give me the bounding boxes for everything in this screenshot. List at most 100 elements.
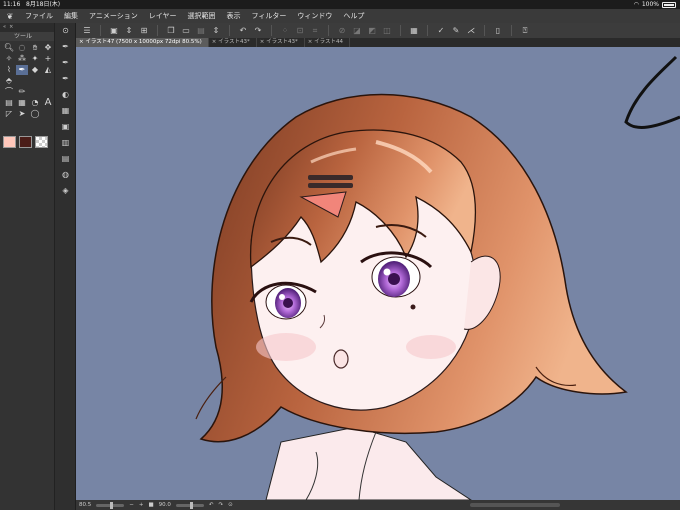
tool-grid: 🔍︎ ◌ ✋︎ ✥ ✧ ⁂ ✦ + ⌇ ✒ ◆ ◭ ⬘ ⌒ ✏ ▤ ▦ ◔ A … bbox=[0, 41, 54, 121]
panel-close-icon[interactable]: × bbox=[9, 23, 13, 32]
redo-icon[interactable]: ↷ bbox=[253, 26, 263, 35]
frame-tool-icon[interactable]: ▦ bbox=[16, 98, 28, 108]
move-tool-icon[interactable]: ✥ bbox=[42, 43, 54, 53]
menu-window[interactable]: ウィンドウ bbox=[292, 11, 338, 21]
doc-tab-active[interactable]: × イラスト47 (7500 x 10000px 72dpi 80.5%) bbox=[76, 38, 209, 47]
drawing-canvas[interactable] bbox=[76, 47, 680, 500]
sub-tool-icon[interactable]: ✒ bbox=[55, 39, 76, 55]
status-time: 11:16 bbox=[3, 1, 21, 8]
doc-tab[interactable]: × イラスト44 bbox=[305, 38, 351, 47]
menu-edit[interactable]: 編集 bbox=[59, 11, 84, 21]
blank-slot bbox=[42, 87, 54, 97]
fill-bucket-tool-icon[interactable]: ◭ bbox=[42, 65, 54, 75]
layer-property-icon[interactable]: ▣ bbox=[55, 119, 76, 135]
clear-icon[interactable]: ⊘ bbox=[337, 26, 347, 35]
fit-icon[interactable]: ■ bbox=[148, 500, 153, 510]
hand-tool-icon[interactable]: ✋︎ bbox=[29, 43, 41, 53]
quick-access-icon[interactable]: ⊞ bbox=[139, 26, 149, 35]
text-tool-icon[interactable]: A bbox=[42, 98, 54, 108]
separator bbox=[484, 25, 485, 36]
undo-icon[interactable]: ↶ bbox=[238, 26, 248, 35]
navigator-icon[interactable]: ⊙ bbox=[55, 23, 76, 39]
pen-tool-icon[interactable]: ✒ bbox=[16, 65, 28, 75]
select-all-icon[interactable]: ⁘ bbox=[280, 26, 290, 35]
rotate-right-icon[interactable]: ↷ bbox=[219, 500, 224, 510]
save-icon[interactable]: ▤ bbox=[196, 26, 206, 35]
plus-tool-icon[interactable]: + bbox=[42, 54, 54, 64]
lasso-tool-icon[interactable]: ◌ bbox=[16, 43, 28, 53]
menu-file[interactable]: ファイル bbox=[20, 11, 59, 21]
menu-layer[interactable]: レイヤー bbox=[144, 11, 183, 21]
separator bbox=[157, 25, 158, 36]
menu-animation[interactable]: アニメーション bbox=[84, 11, 144, 21]
transform-icon[interactable]: ⌗ bbox=[310, 26, 320, 35]
app-logo-icon[interactable]: ❦ bbox=[0, 12, 20, 21]
hamburger-menu-icon[interactable]: ☰ bbox=[82, 26, 92, 35]
reset-rotation-icon[interactable]: ⊙ bbox=[228, 500, 233, 510]
balloon-tool-icon[interactable]: ◔ bbox=[29, 98, 41, 108]
check-icon[interactable]: ✓ bbox=[436, 26, 446, 35]
zoom-slider[interactable] bbox=[96, 501, 125, 509]
fill-tool-icon[interactable]: ⬘ bbox=[3, 76, 15, 86]
rotate-slider[interactable] bbox=[175, 501, 204, 509]
color-set-icon[interactable]: ▦ bbox=[55, 103, 76, 119]
hair-clip-bar bbox=[308, 175, 353, 180]
sketch-stroke bbox=[624, 55, 680, 129]
brush-check-icon[interactable]: ✎ bbox=[451, 26, 461, 35]
doc-tab[interactable]: × イラスト43* bbox=[257, 38, 305, 47]
layer-stack-icon[interactable]: ◈ bbox=[55, 183, 76, 199]
fill-icon[interactable]: ◩ bbox=[367, 26, 377, 35]
menu-view[interactable]: 表示 bbox=[222, 11, 247, 21]
panel-collapse-icon[interactable]: « bbox=[3, 23, 6, 32]
stepper-icon-2[interactable]: ⇕ bbox=[211, 26, 221, 35]
menu-filter[interactable]: フィルター bbox=[247, 11, 293, 21]
angle-value[interactable]: 90.0 bbox=[159, 500, 171, 510]
zoom-value[interactable]: 80.5 bbox=[79, 500, 91, 510]
pencil-tool-icon[interactable]: ✏ bbox=[16, 87, 28, 97]
clear-selection-icon[interactable]: ⊡ bbox=[295, 26, 305, 35]
ruler-tool-icon[interactable]: ◸ bbox=[3, 109, 15, 119]
horizontal-scrollbar[interactable] bbox=[470, 503, 560, 507]
doc-tab[interactable]: × イラスト43* bbox=[209, 38, 257, 47]
paste-icon[interactable]: ▦ bbox=[409, 26, 419, 35]
operation-tool-icon[interactable]: ➤ bbox=[16, 109, 28, 119]
menu-selection[interactable]: 選択範囲 bbox=[183, 11, 222, 21]
main-color-swatch[interactable] bbox=[3, 136, 16, 148]
clear-outside-icon[interactable]: ◪ bbox=[352, 26, 362, 35]
brush-tool-icon[interactable]: ⌒ bbox=[3, 87, 15, 97]
status-date: 8月18日(木) bbox=[26, 1, 61, 8]
eraser-tool-icon[interactable]: ◆ bbox=[29, 65, 41, 75]
invert-icon[interactable]: ◫ bbox=[382, 26, 392, 35]
open-folder-icon[interactable]: ▭ bbox=[181, 26, 191, 35]
copy-icon[interactable]: ❐ bbox=[166, 26, 176, 35]
separator bbox=[511, 25, 512, 36]
new-canvas-icon[interactable]: ▣ bbox=[109, 26, 119, 35]
menu-help[interactable]: ヘルプ bbox=[338, 11, 370, 21]
auto-select-tool-icon[interactable]: ✧ bbox=[3, 54, 15, 64]
magic-wand-tool-icon[interactable]: ✦ bbox=[29, 54, 41, 64]
snap-icon[interactable]: ⋌ bbox=[466, 26, 476, 35]
object-tool-icon[interactable]: ⁂ bbox=[16, 54, 28, 64]
brush-size-icon[interactable]: ✒ bbox=[55, 71, 76, 87]
tool-panel-header: « × bbox=[0, 23, 54, 32]
layer-icon[interactable]: ▥ bbox=[55, 135, 76, 151]
eyedropper-tool-icon[interactable]: ⌇ bbox=[3, 65, 15, 75]
sub-color-swatch[interactable] bbox=[19, 136, 32, 148]
color-wheel-icon[interactable]: ◐ bbox=[55, 87, 76, 103]
rotate-left-icon[interactable]: ↶ bbox=[209, 500, 214, 510]
history-icon[interactable]: ◍ bbox=[55, 167, 76, 183]
palette-bar: ⊙ ✒ ✒ ✒ ◐ ▦ ▣ ▥ ▤ ◍ ◈ bbox=[55, 23, 76, 510]
tool-property-icon[interactable]: ✒ bbox=[55, 55, 76, 71]
shape-tool-icon[interactable]: ◯ bbox=[29, 109, 41, 119]
zoom-out-icon[interactable]: − bbox=[129, 500, 134, 510]
tab-tools[interactable]: ツール bbox=[0, 32, 54, 41]
device-icon[interactable]: ▯ bbox=[493, 26, 503, 35]
material-icon[interactable]: ▤ bbox=[55, 151, 76, 167]
help-icon[interactable]: ⍰ bbox=[520, 26, 530, 35]
zoom-tool-icon[interactable]: 🔍︎ bbox=[3, 43, 15, 53]
document-tabs: × イラスト47 (7500 x 10000px 72dpi 80.5%) × … bbox=[76, 38, 680, 47]
zoom-in-icon[interactable]: + bbox=[139, 500, 144, 510]
gradient-tool-icon[interactable]: ▤ bbox=[3, 98, 15, 108]
transparent-color-swatch[interactable] bbox=[35, 136, 48, 148]
stepper-icon[interactable]: ⇕ bbox=[124, 26, 134, 35]
